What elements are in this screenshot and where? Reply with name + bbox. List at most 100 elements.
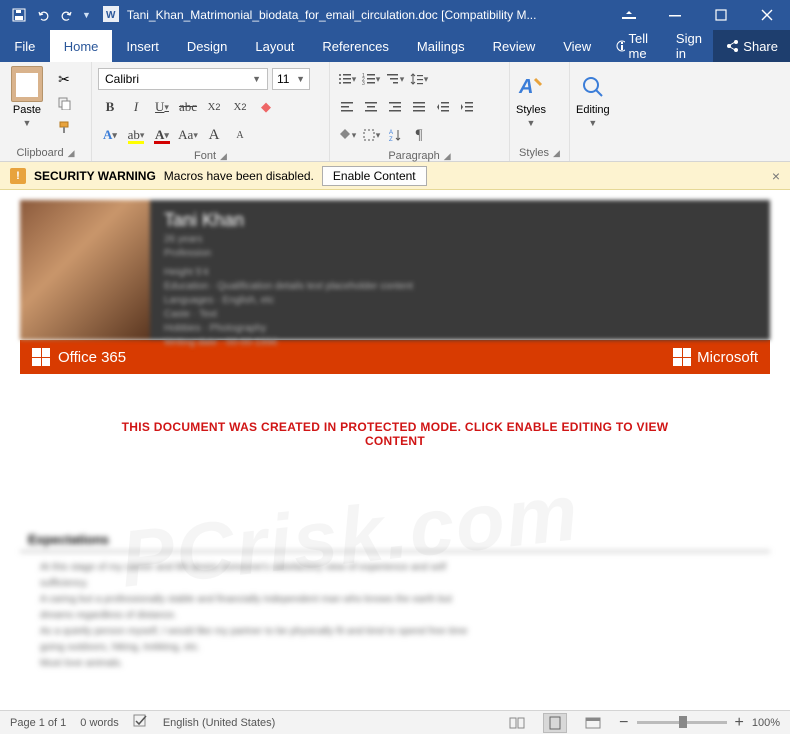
shrink-font-button[interactable]: A: [228, 124, 252, 146]
zoom-out-button[interactable]: −: [619, 714, 628, 732]
font-color-button[interactable]: A▾: [150, 124, 174, 146]
shading-button[interactable]: ▾: [336, 124, 358, 146]
change-case-button[interactable]: Aa▾: [176, 124, 200, 146]
tab-mailings[interactable]: Mailings: [403, 30, 479, 62]
clipboard-group: Paste ▼ ✂ Clipboard ◢: [0, 62, 92, 161]
grow-font-button[interactable]: A: [202, 124, 226, 146]
sort-button[interactable]: AZ: [384, 124, 406, 146]
undo-icon[interactable]: [34, 6, 52, 24]
clipboard-launcher-icon[interactable]: ◢: [68, 148, 75, 159]
tab-review[interactable]: Review: [479, 30, 550, 62]
numbering-button[interactable]: 123▾: [360, 68, 382, 90]
minimize-button[interactable]: [652, 0, 698, 30]
warning-close-icon[interactable]: ×: [772, 168, 780, 184]
office-brand-label: Office 365: [58, 349, 126, 366]
cut-icon[interactable]: ✂: [54, 70, 74, 88]
borders-button[interactable]: ▾: [360, 124, 382, 146]
ribbon-options-icon[interactable]: [606, 0, 652, 30]
paragraph-launcher-icon[interactable]: ◢: [444, 151, 451, 162]
close-button[interactable]: [744, 0, 790, 30]
tab-references[interactable]: References: [308, 30, 402, 62]
biodata-name: Tani Khan: [164, 210, 756, 231]
print-layout-icon[interactable]: [543, 713, 567, 733]
file-tab[interactable]: File: [0, 30, 50, 62]
window-controls: [606, 0, 790, 30]
underline-button[interactable]: U ▾: [150, 96, 174, 118]
font-launcher-icon[interactable]: ◢: [220, 151, 227, 162]
subscript-button[interactable]: X2: [202, 96, 226, 118]
spellcheck-icon[interactable]: [133, 714, 149, 731]
line-spacing-button[interactable]: ▾: [408, 68, 430, 90]
document-area[interactable]: PCrisk.com Tani Khan 26 years Profession…: [0, 190, 790, 710]
zoom-slider[interactable]: [637, 721, 727, 724]
web-layout-icon[interactable]: [581, 713, 605, 733]
tell-me-label: Tell me: [629, 31, 656, 61]
read-mode-icon[interactable]: [505, 713, 529, 733]
styles-group-label: Styles: [519, 147, 549, 159]
styles-launcher-icon[interactable]: ◢: [553, 148, 560, 159]
show-marks-button[interactable]: ¶: [408, 124, 430, 146]
expectations-heading: Expectations: [20, 528, 770, 551]
tell-me[interactable]: Tell me: [605, 30, 666, 62]
app-window: ▼ W Tani_Khan_Matrimonial_biodata_for_em…: [0, 0, 790, 734]
save-icon[interactable]: [10, 6, 28, 24]
svg-text:A: A: [518, 76, 533, 98]
tab-home[interactable]: Home: [50, 30, 113, 62]
share-button[interactable]: Share: [713, 30, 790, 62]
highlight-button[interactable]: ab▾: [124, 124, 148, 146]
font-label: Font: [194, 150, 216, 162]
superscript-button[interactable]: X2: [228, 96, 252, 118]
warning-message: Macros have been disabled.: [164, 169, 314, 183]
protected-mode-text: THIS DOCUMENT WAS CREATED IN PROTECTED M…: [20, 374, 770, 478]
maximize-button[interactable]: [698, 0, 744, 30]
title-bar: ▼ W Tani_Khan_Matrimonial_biodata_for_em…: [0, 0, 790, 30]
tab-design[interactable]: Design: [173, 30, 241, 62]
format-painter-icon[interactable]: [54, 118, 74, 136]
page-indicator[interactable]: Page 1 of 1: [10, 717, 66, 729]
font-size-value: 11: [277, 72, 289, 86]
font-name-value: Calibri: [105, 72, 139, 86]
enable-content-button[interactable]: Enable Content: [322, 166, 427, 186]
language-indicator[interactable]: English (United States): [163, 717, 276, 729]
protected-line2: CONTENT: [40, 434, 750, 448]
eraser-icon[interactable]: ◆: [254, 96, 278, 118]
align-center-button[interactable]: [360, 96, 382, 118]
warning-title: SECURITY WARNING: [34, 169, 156, 183]
text-effects-button[interactable]: A▾: [98, 124, 122, 146]
increase-indent-button[interactable]: [456, 96, 478, 118]
word-doc-icon: W: [103, 6, 119, 25]
sign-in[interactable]: Sign in: [666, 30, 713, 62]
office-logo-icon: [32, 348, 50, 366]
styles-button[interactable]: A Styles ▼: [516, 66, 546, 145]
align-left-button[interactable]: [336, 96, 358, 118]
zoom-in-button[interactable]: +: [735, 714, 744, 732]
decrease-indent-button[interactable]: [432, 96, 454, 118]
tab-view[interactable]: View: [549, 30, 605, 62]
font-name-select[interactable]: Calibri▼: [98, 68, 268, 90]
svg-text:Z: Z: [389, 137, 393, 142]
strikethrough-button[interactable]: abc: [176, 96, 200, 118]
editing-button[interactable]: Editing ▼: [576, 66, 610, 145]
copy-icon[interactable]: [54, 94, 74, 112]
zoom-controls: − + 100%: [619, 714, 780, 732]
tab-insert[interactable]: Insert: [112, 30, 173, 62]
clipboard-label: Clipboard: [16, 147, 63, 159]
italic-button[interactable]: I: [124, 96, 148, 118]
justify-button[interactable]: [408, 96, 430, 118]
bullets-button[interactable]: ▾: [336, 68, 358, 90]
font-size-select[interactable]: 11▼: [272, 68, 310, 90]
tab-layout[interactable]: Layout: [241, 30, 308, 62]
bold-button[interactable]: B: [98, 96, 122, 118]
svg-text:3: 3: [362, 81, 365, 86]
word-count[interactable]: 0 words: [80, 717, 119, 729]
redo-icon[interactable]: [58, 6, 76, 24]
align-right-button[interactable]: [384, 96, 406, 118]
paste-icon: [11, 66, 43, 102]
zoom-level[interactable]: 100%: [752, 717, 780, 729]
paste-label: Paste: [13, 104, 41, 116]
editing-label: Editing: [576, 104, 610, 116]
paste-button[interactable]: Paste ▼: [6, 66, 48, 145]
multilevel-list-button[interactable]: ▾: [384, 68, 406, 90]
styles-group: A Styles ▼ Styles ◢: [510, 62, 570, 161]
svg-text:W: W: [106, 10, 116, 21]
